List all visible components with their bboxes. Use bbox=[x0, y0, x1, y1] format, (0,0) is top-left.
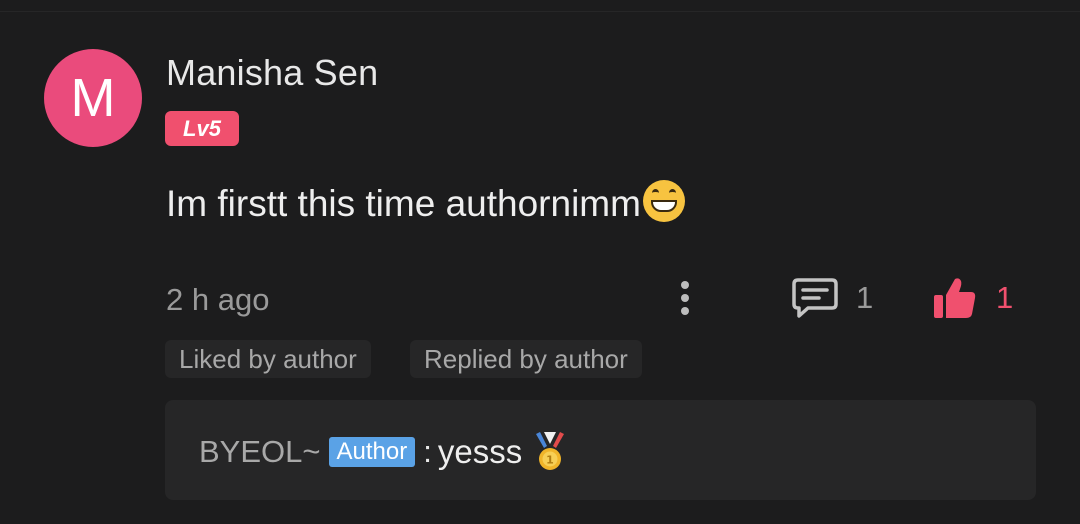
level-badge-label: Lv5 bbox=[183, 115, 221, 141]
timestamp: 2 h ago bbox=[166, 282, 270, 317]
comment-text: Im firstt this time authornimm bbox=[166, 180, 685, 225]
liked-by-author-label: Liked by author bbox=[179, 343, 357, 374]
liked-by-author-tag: Liked by author bbox=[165, 340, 371, 378]
dot bbox=[681, 281, 689, 289]
reply-button[interactable]: 1 bbox=[792, 274, 873, 322]
author-reply[interactable]: BYEOL~ Author : yesss 1 bbox=[165, 400, 1036, 500]
replied-by-author-label: Replied by author bbox=[424, 343, 628, 374]
reply-count: 1 bbox=[856, 280, 874, 315]
dot bbox=[681, 294, 689, 302]
like-button[interactable]: 1 bbox=[932, 274, 1013, 322]
comment-card: M Manisha Sen Lv5 Im firstt this time au… bbox=[0, 12, 1080, 524]
like-count: 1 bbox=[996, 280, 1014, 315]
top-divider bbox=[0, 0, 1080, 12]
reply-text: yesss bbox=[437, 433, 523, 470]
author-badge: Author bbox=[328, 437, 416, 467]
replied-by-author-tag[interactable]: Replied by author bbox=[410, 340, 642, 378]
comment-body: Im firstt this time authornimm bbox=[166, 183, 641, 224]
level-badge: Lv5 bbox=[165, 111, 239, 146]
reply-author: BYEOL~ bbox=[199, 434, 321, 469]
reply-line: BYEOL~ Author : yesss 1 bbox=[199, 430, 566, 474]
svg-text:1: 1 bbox=[546, 454, 554, 467]
reply-separator: : bbox=[423, 434, 432, 469]
thumbs-up-icon bbox=[934, 278, 976, 318]
more-options-button[interactable] bbox=[670, 276, 700, 320]
avatar-letter: M bbox=[70, 68, 116, 128]
avatar[interactable]: M bbox=[44, 49, 142, 147]
grinning-face-emoji-icon bbox=[642, 180, 685, 222]
username[interactable]: Manisha Sen bbox=[166, 52, 378, 94]
dot bbox=[681, 307, 689, 315]
comment-bubble-icon bbox=[792, 278, 838, 318]
medal-icon: 1 bbox=[536, 432, 565, 470]
